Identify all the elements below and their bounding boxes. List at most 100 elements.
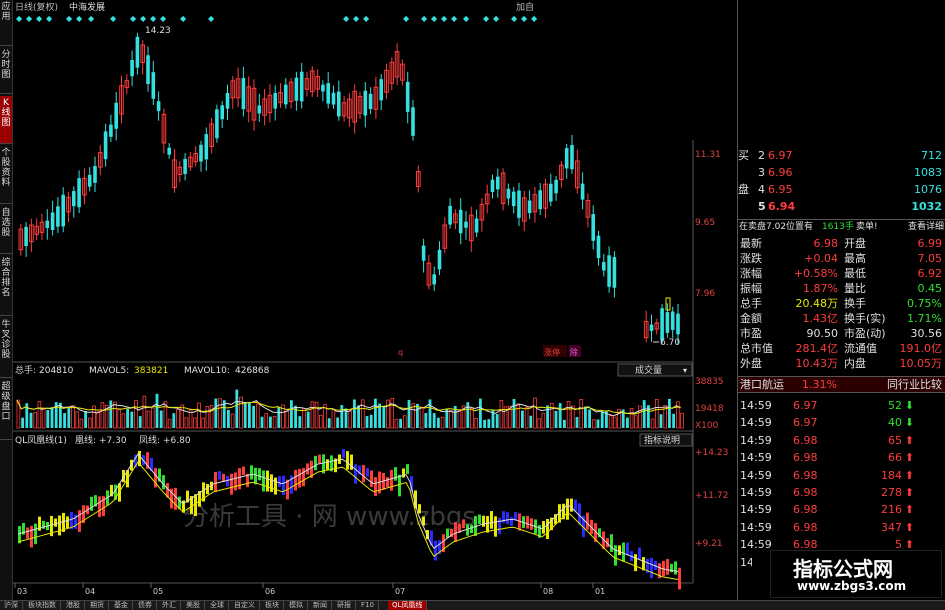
quote-row[interactable]: 外盘 10.43万 内盘 10.05万 bbox=[738, 356, 945, 371]
candle-body[interactable] bbox=[660, 308, 664, 341]
candle-body[interactable] bbox=[220, 105, 224, 120]
candle-body[interactable] bbox=[326, 83, 330, 104]
left-tab-0[interactable]: 应用 bbox=[0, 0, 12, 46]
candle-body[interactable] bbox=[437, 249, 442, 270]
candle-body[interactable] bbox=[257, 105, 262, 114]
left-tab-1[interactable]: 分时图 bbox=[0, 48, 12, 94]
candle-body[interactable] bbox=[135, 36, 140, 68]
candle-body[interactable] bbox=[50, 212, 55, 231]
candle-body[interactable] bbox=[538, 190, 542, 210]
left-tab-4[interactable]: 自选股 bbox=[0, 206, 12, 254]
candle-body[interactable] bbox=[156, 101, 161, 112]
tick-row[interactable]: 14:59 6.97 40 ⬇ bbox=[738, 415, 945, 430]
order-book-row[interactable]: 买 2 6.97 712 bbox=[738, 148, 945, 163]
candle-body[interactable] bbox=[87, 174, 92, 187]
candle-body[interactable] bbox=[225, 92, 230, 109]
candle-body[interactable] bbox=[337, 91, 341, 117]
candle-body[interactable] bbox=[363, 90, 368, 116]
tick-row[interactable]: 14:59 6.98 216 ⬆ bbox=[738, 502, 945, 517]
candle-body[interactable] bbox=[602, 262, 606, 271]
candle-body[interactable] bbox=[570, 145, 574, 170]
candle-body[interactable] bbox=[61, 194, 65, 227]
candle-body[interactable] bbox=[284, 84, 288, 105]
left-tab-3[interactable]: 个股资料 bbox=[0, 146, 12, 204]
candle-body[interactable] bbox=[109, 124, 113, 137]
candle-body[interactable] bbox=[591, 214, 595, 241]
quote-row[interactable]: 总手 20.48万 换手 0.75% bbox=[738, 296, 945, 311]
candle-body[interactable] bbox=[496, 176, 500, 190]
candle-body[interactable] bbox=[146, 55, 150, 84]
candle-body[interactable] bbox=[464, 221, 468, 228]
candle-body[interactable] bbox=[215, 109, 219, 139]
tick-row[interactable]: 14:59 6.98 184 ⬆ bbox=[738, 468, 945, 483]
candle-body[interactable] bbox=[273, 92, 277, 109]
tick-row[interactable]: 14:59 6.98 278 ⬆ bbox=[738, 485, 945, 500]
candle-body[interactable] bbox=[299, 71, 304, 102]
candle-body[interactable] bbox=[114, 102, 118, 129]
quote-row[interactable]: 市盈 90.50 市盈(动) 30.56 bbox=[738, 326, 945, 341]
candle-body[interactable] bbox=[56, 206, 60, 227]
candle-body[interactable] bbox=[564, 148, 569, 169]
candle-body[interactable] bbox=[448, 205, 452, 225]
volume-bars[interactable] bbox=[16, 389, 684, 429]
candle-body[interactable] bbox=[432, 274, 436, 285]
quote-row[interactable]: 振幅 1.87% 量比 0.45 bbox=[738, 281, 945, 296]
kline-chart-svg[interactable]: 日线(复权) 中海发展 加自 ◆ ◆ ◆ ◆ ◆ ◆ ◆ ◆ ◆ ◆ ◆ ◆ ◆ ◆ ◆ ◆ ◆ ◆ ◆ ◆ ◆ ◆ ◆ ◆ ◆… bbox=[13, 0, 735, 600]
candle-body[interactable] bbox=[580, 183, 585, 200]
candle-body[interactable] bbox=[24, 226, 28, 246]
candle-body[interactable] bbox=[517, 190, 521, 218]
candle-body[interactable] bbox=[130, 59, 134, 77]
candle-body[interactable] bbox=[151, 72, 156, 99]
candle-body[interactable] bbox=[607, 255, 611, 287]
candle-body[interactable] bbox=[103, 131, 108, 160]
tick-row[interactable]: 14:59 6.97 52 ⬇ bbox=[738, 398, 945, 413]
order-book-row[interactable]: 3 6.96 1083 bbox=[738, 165, 945, 180]
candle-body[interactable] bbox=[490, 179, 495, 192]
indicator-name[interactable]: QL凤凰线(1) bbox=[15, 434, 67, 446]
candle-body[interactable] bbox=[506, 188, 511, 199]
order-info-row[interactable]: 在卖盘7.02位置有 1613手 卖单! 查看详细 bbox=[738, 219, 945, 235]
candle-body[interactable] bbox=[72, 191, 76, 207]
candle-body[interactable] bbox=[458, 209, 463, 234]
quote-row[interactable]: 涨幅 +0.58% 最低 6.92 bbox=[738, 266, 945, 281]
candle-body[interactable] bbox=[549, 183, 553, 202]
candle-body[interactable] bbox=[294, 77, 299, 101]
left-tab-2[interactable]: K线图 bbox=[0, 96, 12, 144]
candle-body[interactable] bbox=[93, 166, 97, 183]
candle-body[interactable] bbox=[183, 158, 187, 175]
add-button[interactable]: 加自 bbox=[516, 1, 534, 13]
left-tab-6[interactable]: 牛叉诊股 bbox=[0, 318, 12, 378]
candle-body[interactable] bbox=[527, 200, 532, 214]
candle-body[interactable] bbox=[554, 179, 558, 194]
candle-body[interactable] bbox=[411, 107, 415, 136]
quote-row[interactable]: 总市值 281.4亿 流通值 191.0亿 bbox=[738, 341, 945, 356]
candle-body[interactable] bbox=[321, 84, 325, 92]
candle-body[interactable] bbox=[665, 312, 670, 333]
candle-body[interactable] bbox=[596, 235, 601, 259]
candle-body[interactable] bbox=[405, 81, 410, 112]
left-tab-7[interactable]: 超级盘口 bbox=[0, 380, 12, 440]
candle-body[interactable] bbox=[241, 78, 246, 110]
candle-body[interactable] bbox=[421, 245, 426, 261]
left-tab-5[interactable]: 综合排名 bbox=[0, 256, 12, 316]
candle-body[interactable] bbox=[670, 311, 675, 330]
candle-body[interactable] bbox=[45, 220, 50, 228]
quote-row[interactable]: 金额 1.43亿 换手(实) 1.71% bbox=[738, 311, 945, 326]
candle-body[interactable] bbox=[77, 178, 81, 208]
candle-body[interactable] bbox=[368, 93, 373, 109]
candle-body[interactable] bbox=[511, 191, 516, 207]
event-mark[interactable]: 涨停 bbox=[544, 347, 560, 357]
candle-body[interactable] bbox=[199, 144, 203, 162]
quote-row[interactable]: 最新 6.98 开盘 6.99 bbox=[738, 236, 945, 251]
event-mark[interactable]: 除 bbox=[570, 347, 578, 357]
candle-body[interactable] bbox=[676, 313, 680, 335]
candlestick-series[interactable] bbox=[18, 32, 680, 345]
order-book-row[interactable]: 5 6.94 1032 bbox=[738, 199, 945, 214]
candle-body[interactable] bbox=[474, 218, 479, 233]
candle-body[interactable] bbox=[167, 147, 171, 155]
candle-body[interactable] bbox=[331, 92, 336, 105]
chart-area[interactable]: 日线(复权) 中海发展 加自 ◆ ◆ ◆ ◆ ◆ ◆ ◆ ◆ ◆ ◆ ◆ ◆ ◆ ◆ ◆ ◆ ◆ ◆ ◆ ◆ ◆ ◆ ◆ ◆ ◆… bbox=[13, 0, 735, 600]
tick-row[interactable]: 14:59 6.98 347 ⬆ bbox=[738, 520, 945, 535]
event-mark[interactable]: q bbox=[398, 348, 403, 357]
period-label[interactable]: 日线(复权) bbox=[15, 1, 58, 13]
